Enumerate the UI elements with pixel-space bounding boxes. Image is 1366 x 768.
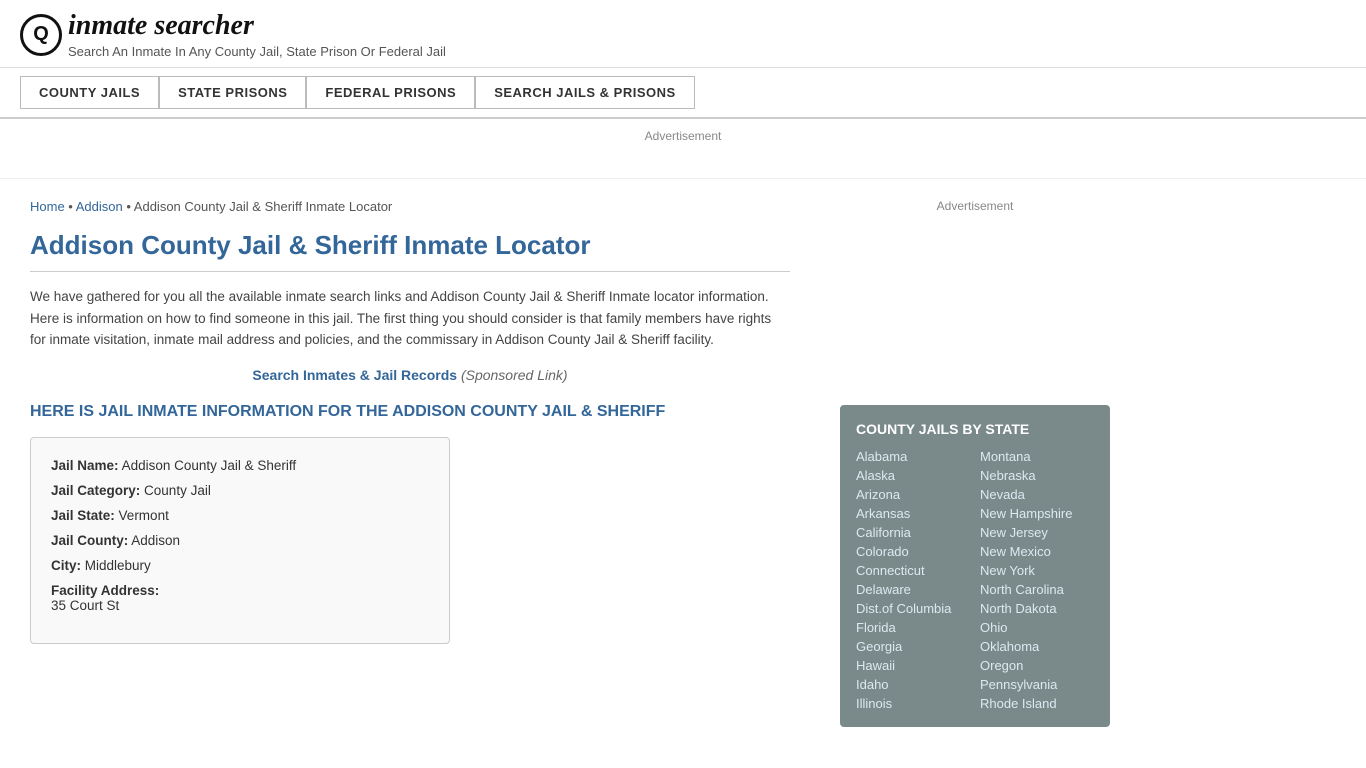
main-layout: Home • Addison • Addison County Jail & S…	[0, 179, 1366, 737]
state-link[interactable]: California	[856, 525, 970, 540]
state-link[interactable]: Rhode Island	[980, 696, 1094, 711]
jail-category-row: Jail Category: County Jail	[51, 483, 429, 498]
logo-q: Q	[33, 23, 49, 46]
state-link[interactable]: Connecticut	[856, 563, 970, 578]
sponsored-label: (Sponsored Link)	[461, 367, 568, 383]
state-link[interactable]: Dist.of Columbia	[856, 601, 970, 616]
jail-county-row: Jail County: Addison	[51, 533, 429, 548]
facility-address-row: Facility Address: 35 Court St	[51, 583, 429, 613]
logo-area: Q inmate searcher Search An Inmate In An…	[20, 10, 1346, 59]
nav-county-jails[interactable]: COUNTY JAILS	[20, 76, 159, 109]
city-label: City:	[51, 558, 81, 573]
state-link[interactable]: New York	[980, 563, 1094, 578]
state-link[interactable]: North Dakota	[980, 601, 1094, 616]
nav-search-jails[interactable]: SEARCH JAILS & PRISONS	[475, 76, 694, 109]
tagline: Search An Inmate In Any County Jail, Sta…	[68, 44, 446, 59]
state-link[interactable]: Ohio	[980, 620, 1094, 635]
logo-icon: Q	[20, 14, 62, 56]
state-link[interactable]: Arkansas	[856, 506, 970, 521]
state-link[interactable]: Oregon	[980, 658, 1094, 673]
state-link[interactable]: Delaware	[856, 582, 970, 597]
breadcrumb: Home • Addison • Addison County Jail & S…	[30, 199, 790, 214]
jail-county-label: Jail County:	[51, 533, 128, 548]
state-link[interactable]: Nebraska	[980, 468, 1094, 483]
jail-state-label: Jail State:	[51, 508, 115, 523]
jail-state-row: Jail State: Vermont	[51, 508, 429, 523]
state-link[interactable]: Nevada	[980, 487, 1094, 502]
ad-sidebar: Advertisement	[840, 189, 1110, 389]
nav-federal-prisons[interactable]: FEDERAL PRISONS	[306, 76, 475, 109]
jail-name-row: Jail Name: Addison County Jail & Sheriff	[51, 458, 429, 473]
state-link[interactable]: North Carolina	[980, 582, 1094, 597]
breadcrumb-current: Addison County Jail & Sheriff Inmate Loc…	[134, 199, 392, 214]
state-link[interactable]: Alabama	[856, 449, 970, 464]
ad-top-banner: Advertisement	[0, 119, 1366, 179]
city-row: City: Middlebury	[51, 558, 429, 573]
state-col-right: Montana Nebraska Nevada New Hampshire New Je…	[980, 449, 1094, 711]
state-link[interactable]: Alaska	[856, 468, 970, 483]
state-col-left: Alabama Alaska Arizona Arkansas California Co…	[856, 449, 970, 711]
state-link[interactable]: Hawaii	[856, 658, 970, 673]
search-inmates-link[interactable]: Search Inmates & Jail Records	[252, 367, 457, 383]
jail-category-label: Jail Category:	[51, 483, 140, 498]
nav: COUNTY JAILS STATE PRISONS FEDERAL PRISO…	[0, 68, 1366, 119]
facility-address-value: 35 Court St	[51, 598, 119, 613]
state-link[interactable]: Colorado	[856, 544, 970, 559]
state-link[interactable]: Idaho	[856, 677, 970, 692]
sidebar: Advertisement COUNTY JAILS BY STATE Alab…	[820, 179, 1130, 737]
jail-category-value: County Jail	[144, 483, 211, 498]
state-box: COUNTY JAILS BY STATE Alabama Alaska Arizo…	[840, 405, 1110, 727]
facility-address-label: Facility Address:	[51, 583, 159, 598]
jail-name-value: Addison County Jail & Sheriff	[122, 458, 297, 473]
search-link-area: Search Inmates & Jail Records (Sponsored…	[30, 367, 790, 383]
state-link[interactable]: Arizona	[856, 487, 970, 502]
state-link[interactable]: Pennsylvania	[980, 677, 1094, 692]
nav-state-prisons[interactable]: STATE PRISONS	[159, 76, 306, 109]
state-columns: Alabama Alaska Arizona Arkansas California Co…	[856, 449, 1094, 711]
header: Q inmate searcher Search An Inmate In An…	[0, 0, 1366, 68]
jail-county-value: Addison	[131, 533, 180, 548]
jail-name-label: Jail Name:	[51, 458, 119, 473]
state-link[interactable]: New Hampshire	[980, 506, 1094, 521]
logo-text[interactable]: inmate searcher	[68, 10, 446, 42]
state-link[interactable]: Illinois	[856, 696, 970, 711]
state-link[interactable]: New Jersey	[980, 525, 1094, 540]
state-link[interactable]: Oklahoma	[980, 639, 1094, 654]
state-box-title: COUNTY JAILS BY STATE	[856, 421, 1094, 437]
page-description: We have gathered for you all the availab…	[30, 286, 790, 351]
info-box: Jail Name: Addison County Jail & Sheriff…	[30, 437, 450, 644]
jail-state-value: Vermont	[119, 508, 169, 523]
inmate-info-heading: HERE IS JAIL INMATE INFORMATION FOR THE …	[30, 403, 790, 421]
page-title: Addison County Jail & Sheriff Inmate Loc…	[30, 230, 790, 272]
state-link[interactable]: Florida	[856, 620, 970, 635]
breadcrumb-addison[interactable]: Addison	[76, 199, 123, 214]
city-value: Middlebury	[85, 558, 151, 573]
state-link[interactable]: New Mexico	[980, 544, 1094, 559]
state-link[interactable]: Georgia	[856, 639, 970, 654]
breadcrumb-home[interactable]: Home	[30, 199, 65, 214]
content-area: Home • Addison • Addison County Jail & S…	[0, 179, 820, 737]
state-link[interactable]: Montana	[980, 449, 1094, 464]
